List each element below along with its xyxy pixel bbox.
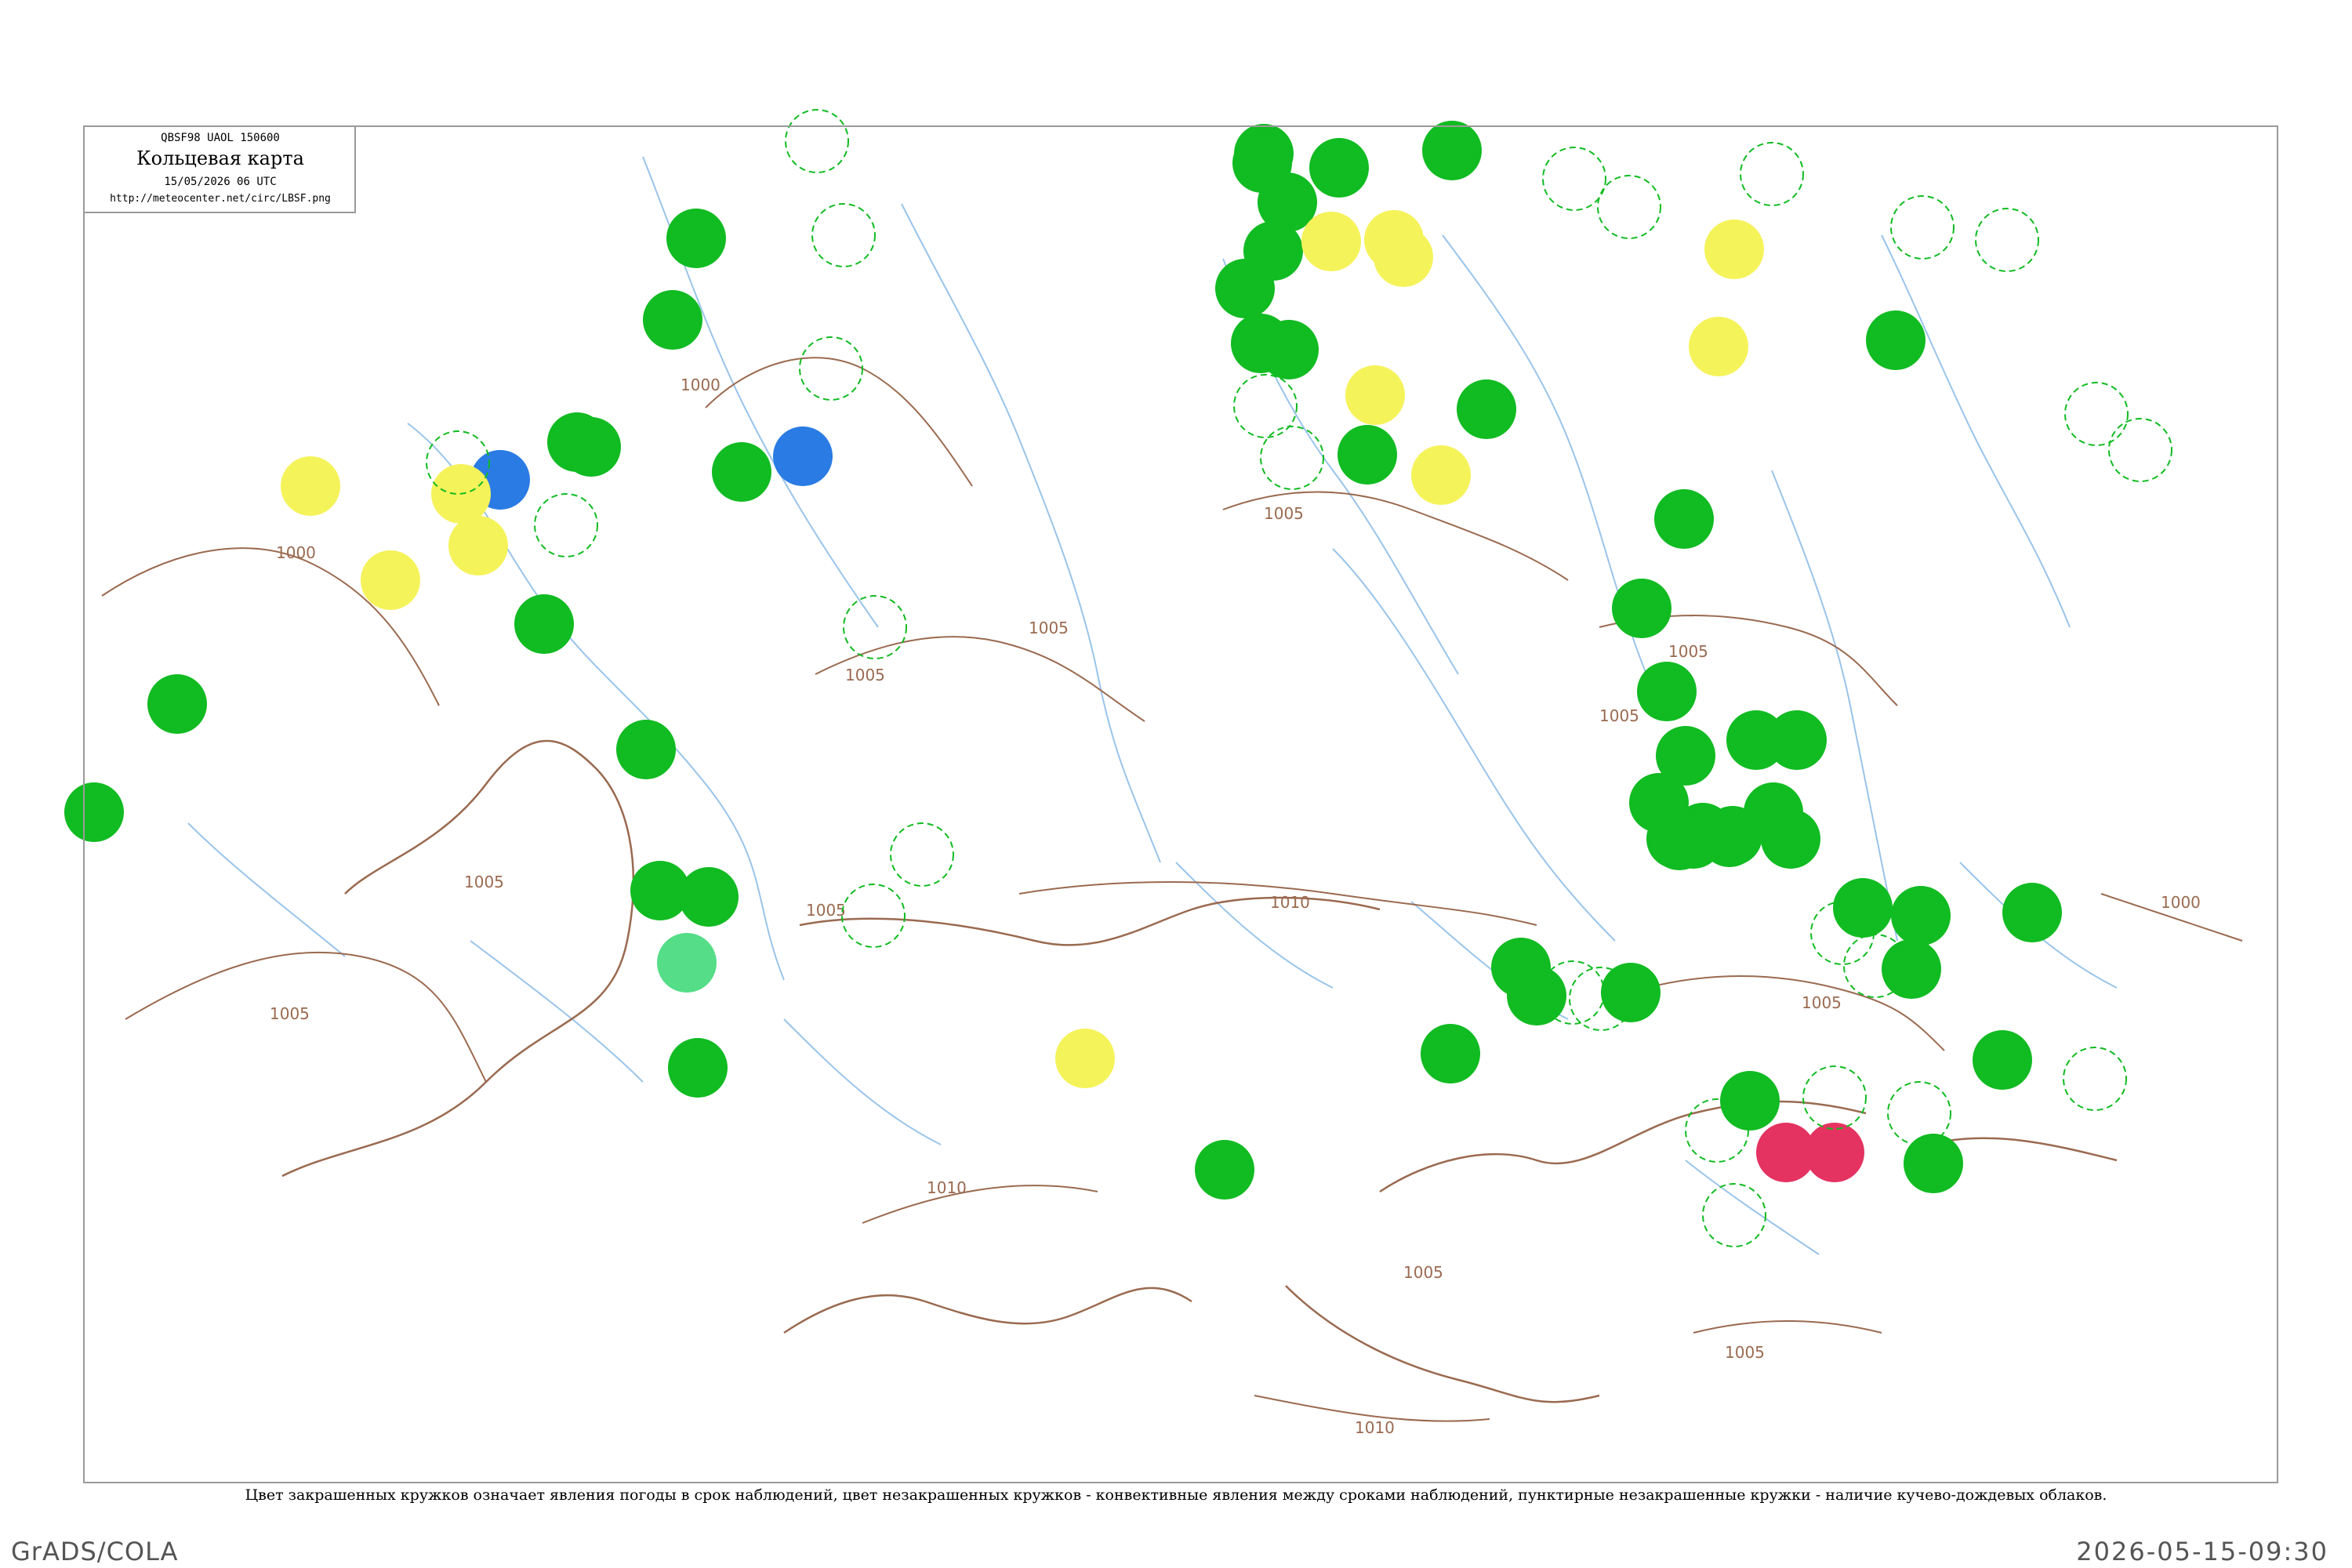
map-datetime: 15/05/2026 06 UTC (164, 176, 277, 188)
title-box: QBSF98 UAOL 150600 Кольцевая карта 15/05… (85, 127, 356, 213)
legend-caption: Цвет закрашенных кружков означает явлени… (245, 1486, 2107, 1504)
footer-left: GrADS/COLA (11, 1537, 179, 1566)
map-frame (83, 125, 2278, 1483)
map-title: Кольцевая карта (136, 147, 304, 169)
map-url: http://meteocenter.net/circ/LBSF.png (110, 193, 331, 205)
header-line: QBSF98 UAOL 150600 (161, 132, 280, 144)
footer-right: 2026-05-15-09:30 (2076, 1537, 2328, 1566)
